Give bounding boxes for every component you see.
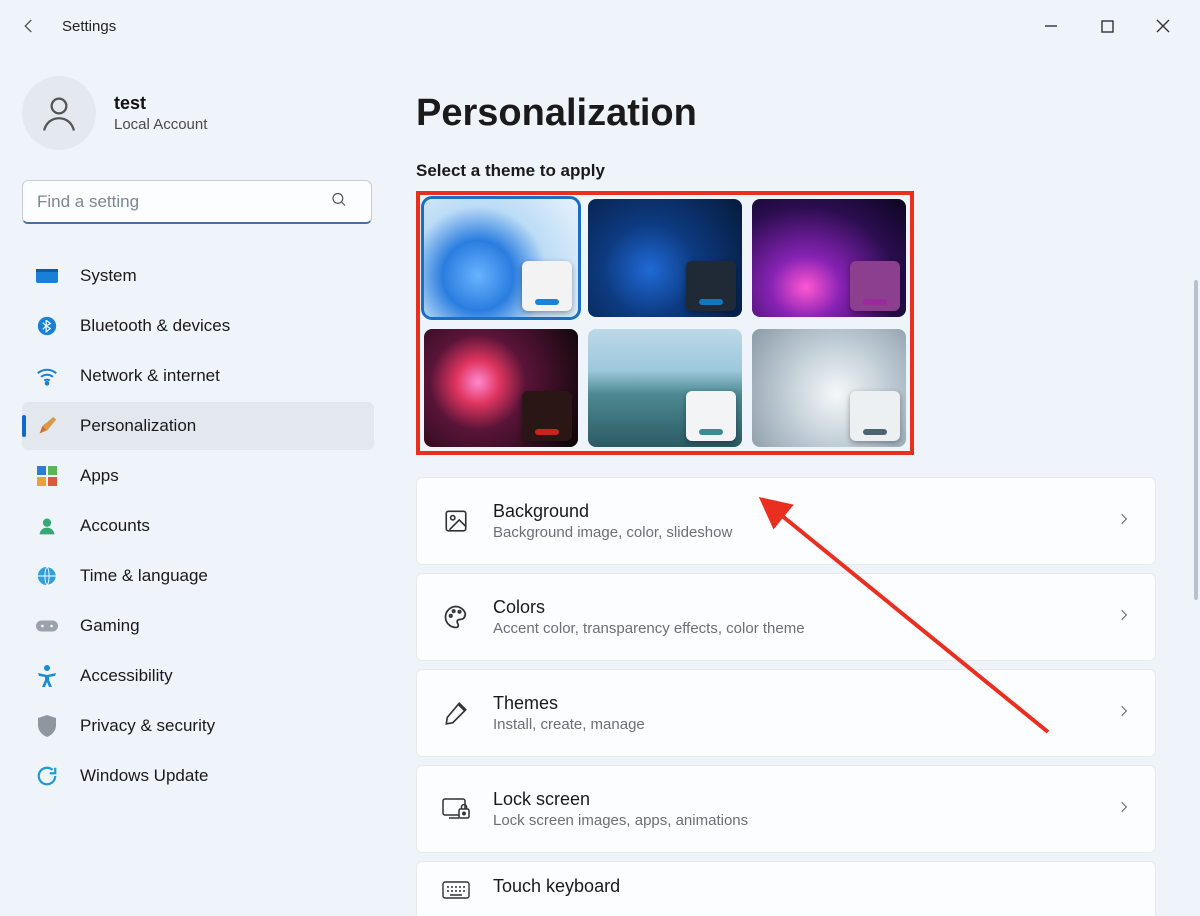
page-title: Personalization (416, 92, 1172, 135)
system-icon (36, 265, 58, 287)
chevron-right-icon (1117, 800, 1131, 819)
setting-lockscreen[interactable]: Lock screen Lock screen images, apps, an… (416, 765, 1156, 853)
theme-tile-flow[interactable] (752, 329, 906, 447)
shield-icon (36, 715, 58, 737)
sidebar-item-network[interactable]: Network & internet (22, 352, 374, 400)
bluetooth-icon (36, 315, 58, 337)
setting-sub: Lock screen images, apps, animations (493, 812, 1095, 829)
sidebar-item-label: Gaming (80, 616, 140, 636)
paintbrush-icon (36, 415, 58, 437)
setting-touchkeyboard[interactable]: Touch keyboard (416, 861, 1156, 916)
apps-icon (36, 465, 58, 487)
chevron-right-icon (1117, 608, 1131, 627)
profile-name: test (114, 93, 207, 114)
sidebar-item-label: Apps (80, 466, 119, 486)
app-title: Settings (62, 18, 116, 35)
theme-tile-windows-light[interactable] (424, 199, 578, 317)
gaming-icon (36, 615, 58, 637)
theme-tile-windows-dark[interactable] (588, 199, 742, 317)
profile-block[interactable]: test Local Account (22, 76, 374, 150)
sidebar-item-label: Privacy & security (80, 716, 215, 736)
annotation-highlight-box (416, 191, 914, 455)
back-button[interactable] (10, 7, 48, 45)
close-button[interactable] (1136, 6, 1190, 46)
sidebar-item-gaming[interactable]: Gaming (22, 602, 374, 650)
search-wrapper (22, 180, 374, 224)
setting-title: Colors (493, 597, 1095, 618)
accessibility-icon (36, 665, 58, 687)
accounts-icon (36, 515, 58, 537)
keyboard-icon (441, 876, 471, 906)
theme-section-label: Select a theme to apply (416, 161, 1172, 181)
maximize-button[interactable] (1080, 6, 1134, 46)
time-language-icon (36, 565, 58, 587)
setting-title: Themes (493, 693, 1095, 714)
sidebar-item-label: Accounts (80, 516, 150, 536)
setting-colors[interactable]: Colors Accent color, transparency effect… (416, 573, 1156, 661)
sidebar-item-windowsupdate[interactable]: Windows Update (22, 752, 374, 800)
scrollbar[interactable] (1194, 280, 1198, 600)
brush-icon (441, 698, 471, 728)
sidebar-item-label: System (80, 266, 137, 286)
avatar (22, 76, 96, 150)
update-icon (36, 765, 58, 787)
setting-title: Touch keyboard (493, 876, 1131, 897)
sidebar-item-privacy[interactable]: Privacy & security (22, 702, 374, 750)
setting-title: Background (493, 501, 1095, 522)
setting-title: Lock screen (493, 789, 1095, 810)
profile-subtitle: Local Account (114, 116, 207, 133)
palette-icon (441, 602, 471, 632)
lock-screen-icon (441, 794, 471, 824)
search-input[interactable] (22, 180, 372, 224)
sidebar-item-label: Accessibility (80, 666, 173, 686)
sidebar-item-label: Bluetooth & devices (80, 316, 230, 336)
image-icon (441, 506, 471, 536)
sidebar-item-label: Windows Update (80, 766, 209, 786)
theme-tile-glow[interactable] (752, 199, 906, 317)
theme-tile-sunrise[interactable] (588, 329, 742, 447)
sidebar-item-time-language[interactable]: Time & language (22, 552, 374, 600)
theme-tile-captured-motion[interactable] (424, 329, 578, 447)
search-icon (330, 191, 348, 214)
setting-sub: Install, create, manage (493, 716, 1095, 733)
sidebar-item-bluetooth[interactable]: Bluetooth & devices (22, 302, 374, 350)
sidebar-item-label: Time & language (80, 566, 208, 586)
setting-themes[interactable]: Themes Install, create, manage (416, 669, 1156, 757)
sidebar-item-personalization[interactable]: Personalization (22, 402, 374, 450)
chevron-right-icon (1117, 704, 1131, 723)
chevron-right-icon (1117, 512, 1131, 531)
sidebar-item-label: Personalization (80, 416, 196, 436)
sidebar-item-accessibility[interactable]: Accessibility (22, 652, 374, 700)
setting-sub: Accent color, transparency effects, colo… (493, 620, 1095, 637)
sidebar-item-accounts[interactable]: Accounts (22, 502, 374, 550)
sidebar-item-system[interactable]: System (22, 252, 374, 300)
network-icon (36, 365, 58, 387)
setting-background[interactable]: Background Background image, color, slid… (416, 477, 1156, 565)
sidebar-item-label: Network & internet (80, 366, 220, 386)
setting-sub: Background image, color, slideshow (493, 524, 1095, 541)
minimize-button[interactable] (1024, 6, 1078, 46)
sidebar-item-apps[interactable]: Apps (22, 452, 374, 500)
